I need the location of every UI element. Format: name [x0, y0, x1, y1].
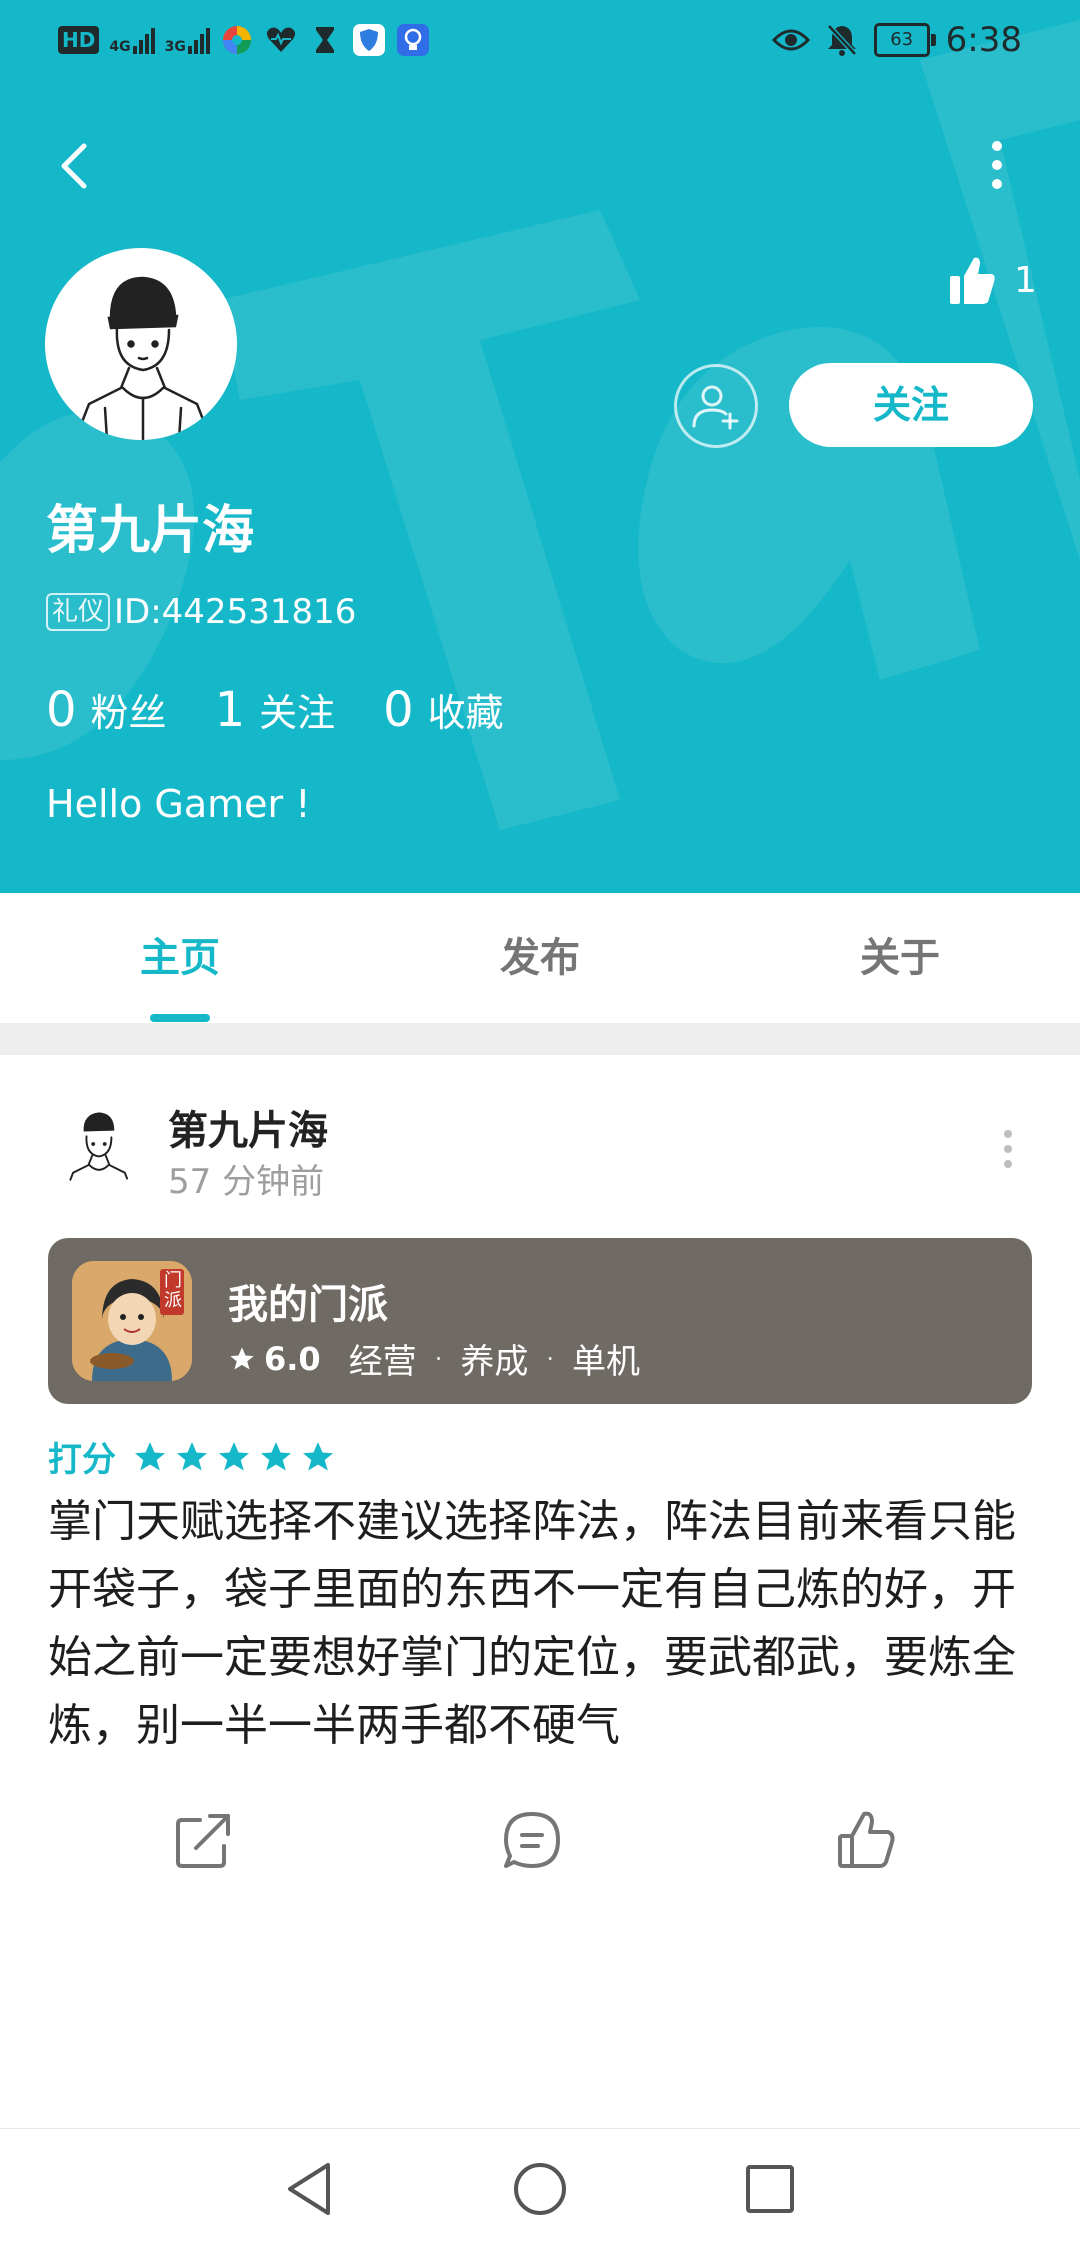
game-name: 我的门派 — [228, 1282, 388, 1328]
back-arrow-icon[interactable] — [40, 130, 110, 200]
status-time: 6:38 — [945, 20, 1022, 60]
stat-favorites[interactable]: 0 收藏 — [383, 682, 504, 738]
stat-following[interactable]: 1 关注 — [215, 682, 336, 738]
game-card[interactable]: 门派 我的门派 6.0 经营 · 养成 · 单机 — [48, 1238, 1032, 1404]
post-time: 57 分钟前 — [168, 1162, 325, 1202]
game-tag: 养成 — [460, 1342, 529, 1382]
profile-likes[interactable]: 1 — [948, 250, 1037, 310]
stat-fans[interactable]: 0 粉丝 — [46, 682, 167, 738]
signal-4g-label: 4G — [109, 39, 131, 55]
tag-separator: · — [434, 1344, 443, 1373]
stat-fans-count: 0 — [46, 682, 77, 738]
profile-header: HD 4G 3G 63 6:38 1 关注 第九片海 礼仪 ID:4425318… — [0, 0, 1080, 893]
tag-separator: · — [546, 1344, 554, 1373]
battery-icon: 63 — [873, 23, 936, 57]
tab-about[interactable]: 关于 — [720, 893, 1080, 1023]
etiquette-badge: 礼仪 — [46, 593, 111, 631]
share-icon[interactable] — [172, 1808, 236, 1872]
section-divider — [0, 1023, 1080, 1055]
post-author-avatar[interactable] — [52, 1098, 144, 1190]
system-nav-bar — [0, 2128, 1080, 2245]
health-heart-icon — [266, 27, 295, 52]
game-icon-label: 门派 — [164, 1270, 182, 1311]
thumbs-up-icon[interactable] — [834, 1808, 898, 1872]
stat-following-count: 1 — [214, 682, 246, 738]
follow-button[interactable]: 关注 — [789, 363, 1033, 447]
recents-square-icon[interactable] — [738, 2157, 802, 2221]
signal-4g: 4G — [109, 26, 155, 55]
rating-label: 打分 — [48, 1440, 116, 1480]
rating-stars — [132, 1439, 336, 1475]
post-more-icon[interactable] — [988, 1124, 1028, 1174]
status-right: 63 6:38 — [771, 20, 1022, 60]
game-icon: 门派 — [72, 1261, 192, 1381]
stat-fans-label: 粉丝 — [90, 691, 167, 735]
post-content[interactable]: 掌门天赋选择不建议选择阵法，阵法目前来看只能开袋子，袋子里面的东西不一定有自己炼… — [48, 1488, 1038, 1760]
shield-app-icon — [352, 24, 385, 56]
profile-bio: Hello Gamer ! — [46, 782, 311, 826]
signal-bars-icon — [187, 26, 210, 54]
rating-star-icon — [135, 1441, 165, 1470]
game-tag: 单机 — [571, 1342, 640, 1382]
post-rating: 打分 — [48, 1432, 336, 1481]
hourglass-icon — [315, 27, 334, 53]
avatar-illustration-icon — [73, 276, 213, 440]
signal-bars-icon — [132, 26, 155, 54]
tab-posts[interactable]: 发布 — [360, 893, 720, 1023]
rating-star-icon — [303, 1441, 333, 1470]
profile-tabs: 主页 发布 关于 — [0, 893, 1080, 1023]
profile-nickname: 第九片海 — [46, 501, 255, 561]
back-triangle-icon[interactable] — [278, 2157, 342, 2221]
profile-id-row: 礼仪 ID:442531816 — [46, 592, 356, 632]
profile-id: ID:442531816 — [114, 592, 357, 632]
home-circle-icon[interactable] — [508, 2157, 572, 2221]
like-count: 1 — [1014, 259, 1037, 301]
avatar-illustration-icon — [65, 1112, 133, 1190]
rating-star-icon — [261, 1441, 291, 1470]
stat-favorites-label: 收藏 — [427, 691, 504, 735]
more-vertical-icon[interactable] — [972, 130, 1022, 200]
status-bar: HD 4G 3G 63 6:38 — [0, 0, 1080, 80]
signal-3g-label: 3G — [164, 39, 186, 55]
game-tag: 经营 — [348, 1342, 417, 1382]
game-meta: 6.0 经营 · 养成 · 单机 — [228, 1334, 640, 1383]
status-left: HD 4G 3G — [58, 20, 430, 60]
colorful-app-icon — [222, 26, 251, 54]
add-user-icon — [692, 385, 739, 430]
hd-badge: HD — [58, 26, 100, 54]
game-rating: 6.0 — [264, 1339, 321, 1378]
star-icon — [230, 1346, 254, 1369]
signal-3g: 3G — [165, 26, 210, 54]
bulb-app-icon — [396, 24, 429, 56]
thumbs-up-filled-icon — [950, 257, 995, 304]
stat-following-label: 关注 — [259, 691, 336, 735]
tab-home[interactable]: 主页 — [0, 893, 360, 1023]
eye-icon — [771, 29, 810, 51]
rating-star-icon — [177, 1441, 207, 1470]
tab-indicator — [150, 1014, 210, 1022]
post-author-name[interactable]: 第九片海 — [168, 1098, 328, 1156]
add-friend-button[interactable] — [674, 364, 758, 448]
rating-star-icon — [219, 1441, 249, 1470]
stat-favorites-count: 0 — [383, 682, 414, 738]
bell-off-icon — [826, 24, 857, 56]
comment-icon[interactable] — [500, 1808, 564, 1872]
profile-stats: 0 粉丝 1 关注 0 收藏 — [46, 682, 552, 738]
profile-avatar[interactable] — [45, 248, 237, 440]
